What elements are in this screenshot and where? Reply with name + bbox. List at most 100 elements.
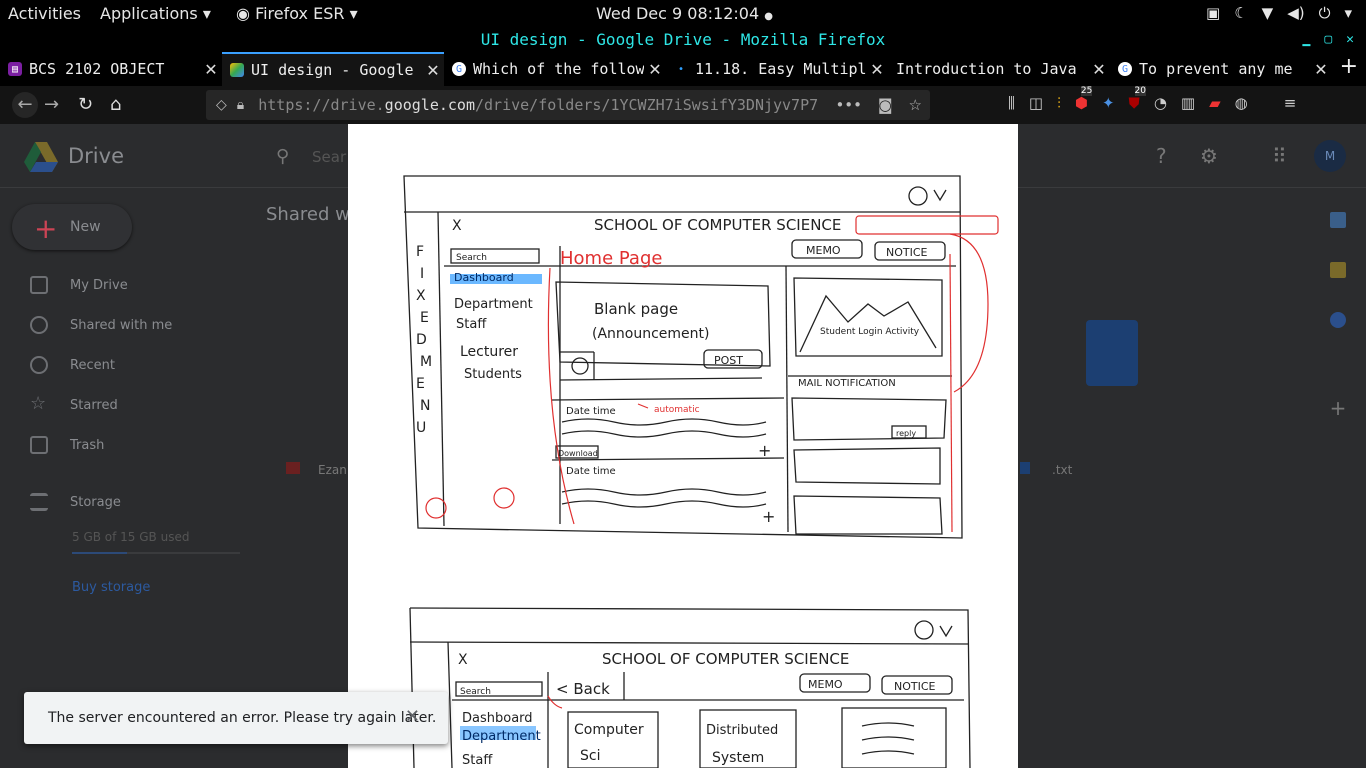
close-icon[interactable]: ✕ bbox=[200, 60, 222, 79]
plus-icon: + bbox=[34, 212, 58, 245]
app-menu[interactable]: ◉ Firefox ESR ▾ bbox=[236, 4, 358, 23]
minimize-icon[interactable]: ▁ bbox=[1303, 28, 1311, 52]
sidebar-item-recent[interactable]: Recent bbox=[30, 356, 115, 374]
puzzle-icon[interactable]: ✦ bbox=[1102, 94, 1115, 112]
grid-icon[interactable]: ▥ bbox=[1181, 94, 1195, 112]
add-addon-icon[interactable]: + bbox=[1318, 396, 1358, 420]
tab-multiple[interactable]: • 11.18. Easy Multiple ✕ bbox=[666, 52, 888, 86]
file-item-right[interactable]: .txt bbox=[1020, 462, 1072, 477]
clock[interactable]: Wed Dec 9 08:12:04 ● bbox=[596, 4, 773, 23]
google-icon: G bbox=[452, 62, 466, 76]
page-actions-icon[interactable]: ••• bbox=[835, 96, 862, 114]
sidebar-item-label: Recent bbox=[70, 357, 115, 373]
close-icon[interactable]: ✕ bbox=[1310, 60, 1332, 79]
home-icon[interactable]: ⌂ bbox=[110, 94, 121, 115]
star-icon: ☆ bbox=[30, 393, 47, 414]
sketch1-menu-3: Lecturer bbox=[460, 344, 518, 360]
lock-icon[interactable]: 🔒︎ bbox=[237, 97, 244, 113]
sketch1-date2: Date time bbox=[566, 466, 616, 477]
docs-file-icon[interactable] bbox=[1086, 320, 1138, 386]
equalizer-icon[interactable]: ⫶ bbox=[1057, 94, 1061, 112]
clock-icon bbox=[30, 356, 48, 374]
chevron-down-icon: ▾ bbox=[1344, 4, 1352, 22]
tasks-icon[interactable] bbox=[1330, 312, 1346, 328]
tab-bcs[interactable]: ▤ BCS 2102 OBJECT ✕ bbox=[0, 52, 222, 86]
sidebar-icon[interactable]: ◫ bbox=[1029, 94, 1043, 112]
tab-favicon-icon: ▤ bbox=[8, 62, 22, 76]
settings-gear-icon[interactable]: ⚙ bbox=[1200, 144, 1218, 168]
hamburger-menu-icon[interactable]: ≡ bbox=[1284, 94, 1297, 112]
keep-icon[interactable] bbox=[1330, 262, 1346, 278]
close-icon[interactable]: ✕ bbox=[422, 61, 444, 80]
side-letters: FIXEDMENU bbox=[416, 244, 432, 436]
bookmark-star-icon[interactable]: ☆ bbox=[909, 96, 922, 114]
sidebar-item-shared[interactable]: Shared with me bbox=[30, 316, 172, 334]
side-letter: N bbox=[420, 398, 430, 414]
maximize-icon[interactable]: ▢ bbox=[1324, 28, 1332, 52]
sketch2-card1: Computer bbox=[574, 722, 644, 738]
buy-storage-link[interactable]: Buy storage bbox=[72, 580, 150, 595]
new-button[interactable]: + New bbox=[12, 204, 132, 250]
search-placeholder[interactable]: Sear bbox=[312, 148, 346, 166]
close-icon[interactable]: ✕ bbox=[866, 60, 888, 79]
side-letter: M bbox=[420, 354, 432, 370]
people-icon bbox=[30, 316, 48, 334]
library-icon[interactable]: ⫼ bbox=[1008, 94, 1015, 112]
close-icon[interactable]: ✕ bbox=[405, 706, 420, 727]
forward-arrow-icon[interactable]: → bbox=[44, 94, 59, 115]
applications-label: Applications bbox=[100, 4, 198, 23]
close-icon[interactable]: ✕ bbox=[1088, 60, 1110, 79]
applications-menu[interactable]: Applications ▾ bbox=[100, 4, 211, 23]
pdf-icon bbox=[286, 462, 300, 474]
new-tab-icon[interactable]: + bbox=[1340, 54, 1358, 79]
reload-icon[interactable]: ↻ bbox=[78, 94, 93, 115]
sidebar-item-storage[interactable]: Storage bbox=[30, 493, 121, 511]
avatar[interactable]: M bbox=[1314, 140, 1346, 172]
sketch2-menu-2: Staff bbox=[462, 753, 493, 768]
tracker-icon[interactable]: ◔ bbox=[1154, 94, 1167, 112]
sidebar-item-label: Storage bbox=[70, 494, 121, 510]
ublock-icon[interactable]: ⛊ 20 bbox=[1129, 86, 1146, 112]
apps-grid-icon[interactable]: ⠿ bbox=[1272, 144, 1287, 168]
search-icon[interactable]: ⚲ bbox=[276, 146, 289, 167]
close-icon[interactable]: ✕ bbox=[1346, 28, 1354, 52]
sketch1-announce: (Announcement) bbox=[592, 326, 709, 342]
help-icon[interactable]: ? bbox=[1156, 144, 1167, 168]
close-icon[interactable]: ✕ bbox=[644, 60, 666, 79]
power-icon: ⏻ bbox=[1318, 4, 1331, 22]
extension-toolbar: ⫼ ◫ ⫶ ⬢ 25 ✦ ⛊ 20 ◔ ▥ ▰ ◍ ≡ bbox=[1008, 86, 1297, 112]
sketch1-download: Download bbox=[558, 449, 598, 458]
firefox-icon: ◉ bbox=[236, 4, 250, 23]
dot-icon: • bbox=[677, 63, 685, 75]
back-arrow-icon[interactable]: ← bbox=[12, 92, 38, 118]
url-bar[interactable]: ◇ 🔒︎ https://drive.google.com/drive/fold… bbox=[206, 90, 930, 120]
tab-ui-design[interactable]: UI design - Google ✕ bbox=[222, 52, 444, 86]
sketch2-card2b: System bbox=[712, 750, 764, 766]
pdf-preview-page: SCHOOL OF COMPUTER SCIENCE Search MEMO N… bbox=[348, 124, 1018, 768]
tab-prevent[interactable]: G To prevent any me ✕ bbox=[1110, 52, 1332, 86]
plus-icon: + bbox=[758, 441, 771, 460]
doc-icon bbox=[1020, 462, 1030, 474]
sidebar-item-starred[interactable]: ☆ Starred bbox=[30, 393, 118, 414]
globe-icon[interactable]: ◍ bbox=[1235, 94, 1248, 112]
calendar-icon[interactable] bbox=[1330, 212, 1346, 228]
sidebar-item-label: Starred bbox=[70, 397, 118, 413]
pocket-icon[interactable]: ◙ bbox=[878, 96, 893, 114]
sidebar-item-my-drive[interactable]: My Drive bbox=[30, 276, 128, 294]
pdf-extension-icon[interactable]: ▰ bbox=[1209, 94, 1221, 112]
system-tray[interactable]: ▣ ☾ ▼ ◀) ⏻ ▾ bbox=[1206, 4, 1352, 22]
sketch1-title: SCHOOL OF COMPUTER SCIENCE bbox=[594, 216, 841, 234]
screenshot-icon: ▣ bbox=[1206, 4, 1221, 22]
adblock-icon[interactable]: ⬢ 25 bbox=[1075, 86, 1093, 112]
tab-which[interactable]: G Which of the follow ✕ bbox=[444, 52, 666, 86]
new-label: New bbox=[70, 219, 101, 235]
sketch2-menu-1: Department bbox=[462, 729, 541, 744]
breadcrumb[interactable]: Shared wi bbox=[266, 204, 355, 225]
shield-icon[interactable]: ◇ bbox=[216, 97, 227, 113]
sidebar-item-trash[interactable]: Trash bbox=[30, 436, 104, 454]
tab-java[interactable]: Introduction to Java ✕ bbox=[888, 52, 1110, 86]
sidebar-item-label: Trash bbox=[70, 437, 105, 453]
activities-button[interactable]: Activities bbox=[8, 4, 81, 23]
my-drive-icon bbox=[30, 276, 48, 294]
file-item-left[interactable]: Ezan bbox=[286, 462, 347, 477]
